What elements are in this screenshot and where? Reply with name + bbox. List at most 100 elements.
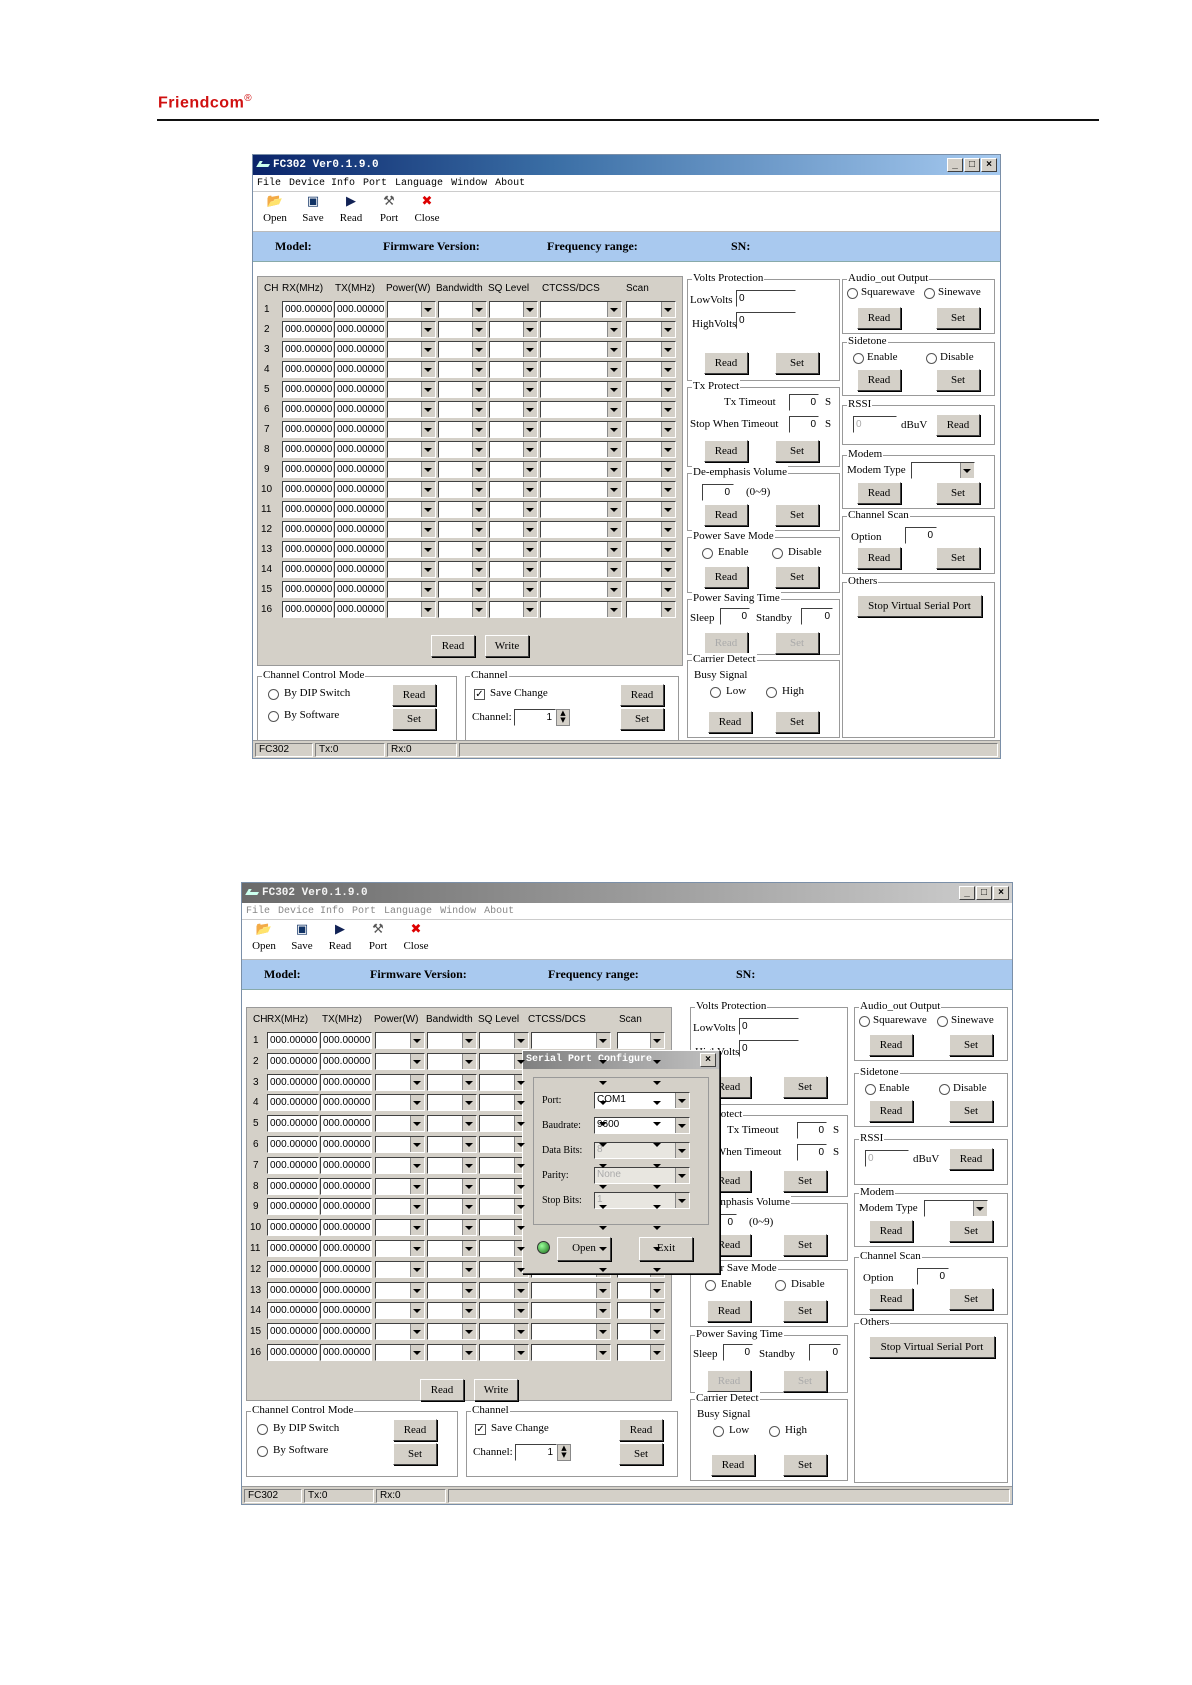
tx-freq-input[interactable]: 000.00000 [334, 561, 385, 578]
carrier-read-button[interactable]: Read [711, 1454, 755, 1476]
power-save-disable-radio[interactable] [775, 1280, 786, 1291]
scan-select[interactable] [626, 601, 676, 618]
sidetone-disable-radio[interactable] [926, 353, 937, 364]
scan-select[interactable] [617, 1344, 665, 1361]
scan-select[interactable] [626, 361, 676, 378]
bandwidth-select[interactable] [427, 1344, 477, 1361]
rx-freq-input[interactable]: 000.00000 [267, 1198, 319, 1216]
power-select[interactable] [387, 401, 436, 418]
busy-low-radio[interactable] [710, 687, 721, 698]
stop-virtual-serial-port-button[interactable]: Stop Virtual Serial Port [869, 1336, 995, 1358]
menu-item-language[interactable]: Language [384, 906, 432, 917]
sq-level-select[interactable] [479, 1302, 529, 1320]
bandwidth-select[interactable] [427, 1323, 477, 1341]
scan-select[interactable] [626, 561, 676, 578]
sq-level-select[interactable] [489, 581, 538, 598]
scan-select[interactable] [626, 541, 676, 558]
bandwidth-select[interactable] [427, 1156, 477, 1174]
toolbar-open-button[interactable]: 📂 Open [245, 920, 283, 959]
power-select[interactable] [387, 581, 436, 598]
ctcss-dcs-select[interactable] [540, 341, 622, 358]
audio-read-button[interactable]: Read [869, 1034, 913, 1056]
channels-write-button[interactable]: Write [485, 635, 529, 657]
scan-select[interactable] [617, 1323, 665, 1341]
dip-switch-radio[interactable] [268, 689, 279, 700]
power-save-disable-radio[interactable] [772, 548, 783, 559]
sq-level-select[interactable] [489, 381, 538, 398]
toolbar-save-button[interactable]: ▣ Save [294, 192, 332, 231]
rx-freq-input[interactable]: 000.00000 [282, 521, 333, 538]
volts-set-button[interactable]: Set [775, 352, 819, 374]
scan-select[interactable] [626, 521, 676, 538]
tx-freq-input[interactable]: 000.00000 [334, 501, 385, 518]
scan-select[interactable] [626, 581, 676, 598]
bandwidth-select[interactable] [427, 1219, 477, 1237]
sidetone-set-button[interactable]: Set [936, 369, 980, 391]
sq-level-select[interactable] [489, 421, 538, 438]
save-change-checkbox[interactable]: ✓ [474, 689, 485, 700]
deemphasis-set-button[interactable]: Set [775, 504, 819, 526]
rx-freq-input[interactable]: 000.00000 [282, 361, 333, 378]
power-select[interactable] [375, 1094, 425, 1112]
modem-set-button[interactable]: Set [936, 482, 980, 504]
channel-spinner[interactable]: ▲ ▼ [556, 709, 570, 726]
power-select[interactable] [375, 1323, 425, 1341]
sq-level-select[interactable] [489, 601, 538, 618]
ctcss-dcs-select[interactable] [540, 361, 622, 378]
tx-freq-input[interactable]: 000.00000 [320, 1281, 372, 1299]
volts-set-button[interactable]: Set [783, 1076, 827, 1098]
channels-read-button[interactable]: Read [420, 1378, 464, 1401]
ctcss-dcs-select[interactable] [540, 401, 622, 418]
standby-input[interactable]: 0 [801, 608, 833, 625]
channel-set-button[interactable]: Set [619, 1443, 663, 1465]
tx-freq-input[interactable]: 000.00000 [334, 461, 385, 478]
power-time-read-button[interactable]: Read [707, 1370, 751, 1392]
minimize-button[interactable]: _ [947, 158, 963, 172]
rx-freq-input[interactable]: 000.00000 [267, 1344, 319, 1361]
modem-read-button[interactable]: Read [857, 482, 901, 504]
rx-freq-input[interactable]: 000.00000 [282, 421, 333, 438]
deemphasis-set-button[interactable]: Set [783, 1234, 827, 1256]
sq-level-select[interactable] [489, 521, 538, 538]
sq-level-select[interactable] [489, 481, 538, 498]
sidetone-enable-radio[interactable] [865, 1084, 876, 1095]
tx-protect-read-button[interactable]: Read [704, 440, 748, 462]
bandwidth-select[interactable] [438, 521, 487, 538]
tx-freq-input[interactable]: 000.00000 [334, 541, 385, 558]
standby-input[interactable]: 0 [809, 1344, 841, 1361]
power-time-set-button[interactable]: Set [783, 1370, 827, 1392]
bandwidth-select[interactable] [427, 1115, 477, 1133]
rx-freq-input[interactable]: 000.00000 [282, 461, 333, 478]
high-volts-input[interactable]: 0 [739, 1040, 799, 1057]
rx-freq-input[interactable]: 000.00000 [282, 481, 333, 498]
power-select[interactable] [375, 1344, 425, 1361]
tx-freq-input[interactable]: 000.00000 [334, 321, 385, 338]
channel-read-button[interactable]: Read [620, 684, 664, 706]
toolbar-close-button[interactable]: ✖ Close [408, 192, 446, 231]
toolbar-close-button[interactable]: ✖ Close [397, 920, 435, 959]
modem-read-button[interactable]: Read [869, 1220, 913, 1242]
rssi-read-button[interactable]: Read [936, 414, 980, 436]
rx-freq-input[interactable]: 000.00000 [267, 1177, 319, 1195]
tx-freq-input[interactable]: 000.00000 [334, 521, 385, 538]
power-save-set-button[interactable]: Set [775, 566, 819, 588]
power-select[interactable] [387, 501, 436, 518]
rx-freq-input[interactable]: 000.00000 [267, 1240, 319, 1257]
ctcss-dcs-select[interactable] [540, 561, 622, 578]
power-select[interactable] [387, 341, 436, 358]
channel-set-button[interactable]: Set [620, 708, 664, 730]
tx-timeout-input[interactable]: 0 [789, 394, 819, 411]
volts-read-button[interactable]: Read [704, 352, 748, 374]
ctcss-dcs-select[interactable] [540, 421, 622, 438]
power-select[interactable] [375, 1115, 425, 1133]
scan-select[interactable] [617, 1302, 665, 1320]
channel-control-set-button[interactable]: Set [392, 708, 436, 730]
sq-level-select[interactable] [479, 1344, 529, 1361]
sq-level-select[interactable] [489, 361, 538, 378]
ctcss-dcs-select[interactable] [540, 441, 622, 458]
scan-option-input[interactable]: 0 [917, 1268, 949, 1285]
tx-freq-input[interactable]: 000.00000 [320, 1177, 372, 1195]
power-select[interactable] [375, 1177, 425, 1195]
menu-item-about[interactable]: About [484, 906, 514, 917]
ctcss-dcs-select[interactable] [540, 581, 622, 598]
